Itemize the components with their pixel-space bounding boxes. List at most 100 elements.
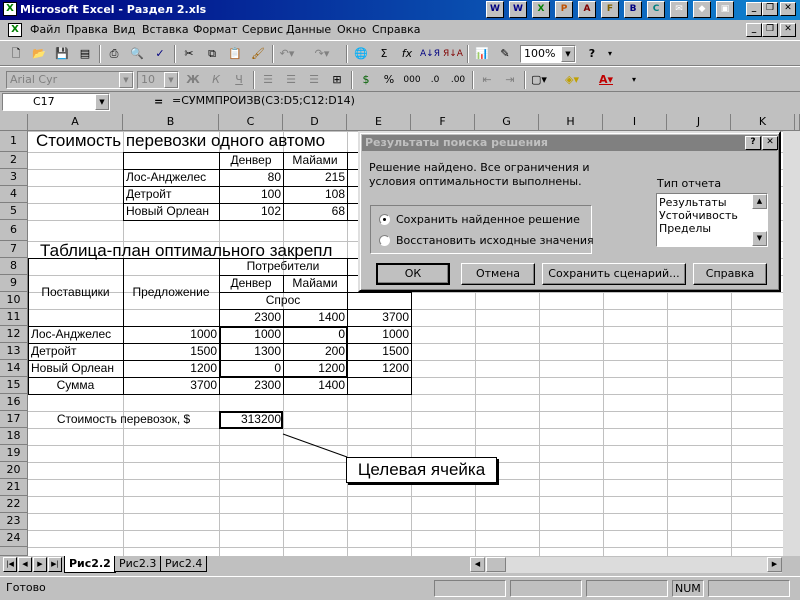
toolbar-options-icon[interactable]: ▾ [624, 71, 644, 89]
list-item[interactable]: Устойчивость [659, 209, 738, 222]
menu-window[interactable]: Окно [337, 23, 366, 36]
menu-tools[interactable]: Сервис [242, 23, 283, 36]
office-shortcut-1-icon[interactable]: W [486, 1, 504, 18]
office-shortcut-icon[interactable]: ◆ [693, 1, 711, 18]
first-sheet-icon[interactable]: |◀ [3, 557, 17, 572]
restore-values-radio[interactable] [379, 235, 390, 246]
office-more-icon[interactable]: ▣ [716, 1, 734, 18]
menu-help[interactable]: Справка [372, 23, 420, 36]
chevron-down-icon[interactable]: ▼ [561, 46, 575, 62]
restore-values-label[interactable]: Восстановить исходные значения [396, 234, 594, 247]
tab-sheet-2-3[interactable]: Рис2.3 [114, 556, 162, 572]
document-icon[interactable]: X [8, 23, 22, 37]
prev-sheet-icon[interactable]: ◀ [18, 557, 32, 572]
scroll-right-icon[interactable]: ▶ [767, 557, 782, 572]
currency-icon[interactable]: $ [356, 71, 376, 89]
keep-solution-radio[interactable] [379, 214, 390, 225]
align-center-icon[interactable]: ☰ [281, 71, 301, 89]
zoom-select[interactable]: 100% ▼ [520, 45, 576, 63]
print-icon[interactable]: ⎙ [104, 45, 124, 63]
menu-format[interactable]: Формат [193, 23, 238, 36]
office-excel-icon[interactable]: X [532, 1, 550, 18]
close-icon[interactable]: ✕ [780, 2, 796, 16]
borders-icon[interactable]: ▢▾ [529, 71, 549, 89]
help-icon[interactable]: ? [745, 136, 761, 150]
excel-app-icon[interactable]: X [3, 2, 17, 16]
report-type-list[interactable]: Результаты Устойчивость Пределы ▲ ▼ [656, 193, 768, 247]
hyperlink-icon[interactable]: 🌐 [351, 45, 371, 63]
percent-icon[interactable]: % [379, 71, 399, 89]
font-color-icon[interactable]: A▾ [596, 71, 616, 89]
menu-edit[interactable]: Правка [66, 23, 108, 36]
minimize-icon[interactable]: _ [746, 2, 762, 16]
function-icon[interactable]: fx [397, 45, 417, 63]
chevron-down-icon[interactable]: ▼ [95, 94, 109, 110]
merge-center-icon[interactable]: ⊞ [327, 71, 347, 89]
align-left-icon[interactable]: ☰ [258, 71, 278, 89]
fill-color-icon[interactable]: ◈▾ [562, 71, 582, 89]
comma-style-icon[interactable]: 000 [402, 71, 422, 89]
autosum-icon[interactable]: Σ [374, 45, 394, 63]
drawing-icon[interactable]: ✎ [495, 45, 515, 63]
help-button[interactable]: Справка [693, 263, 767, 285]
tab-sheet-2-2[interactable]: Рис2.2 [64, 556, 116, 573]
redo-icon[interactable]: ↷▾ [312, 45, 332, 63]
cancel-button[interactable]: Отмена [461, 263, 535, 285]
decrease-decimal-icon[interactable]: .00 [448, 71, 468, 89]
chart-wizard-icon[interactable]: 📊 [472, 45, 492, 63]
print-preview-icon[interactable]: 🔍 [127, 45, 147, 63]
next-sheet-icon[interactable]: ▶ [33, 557, 47, 572]
doc-restore-icon[interactable]: ❐ [762, 23, 778, 37]
formula-input[interactable]: =СУММПРОИЗВ(C3:D5;C12:D14) [170, 93, 798, 111]
menu-file[interactable]: Файл [30, 23, 60, 36]
scroll-up-icon[interactable]: ▲ [752, 194, 767, 209]
toolbar-options-icon[interactable]: ▾ [600, 45, 620, 63]
office-assistant-icon[interactable]: ? [582, 45, 602, 63]
save-scenario-button[interactable]: Сохранить сценарий... [542, 263, 686, 285]
binder-icon[interactable]: ▤ [75, 45, 95, 63]
office-mail-icon[interactable]: ✉ [670, 1, 688, 18]
maximize-icon[interactable]: ❐ [762, 2, 778, 16]
format-painter-icon[interactable]: 🖌 [248, 45, 268, 63]
bold-button[interactable]: Ж [183, 71, 203, 89]
align-right-icon[interactable]: ☰ [304, 71, 324, 89]
font-select[interactable]: Arial Cyr ▼ [6, 71, 134, 89]
list-item[interactable]: Результаты [659, 196, 727, 209]
chevron-down-icon[interactable]: ▼ [119, 72, 133, 88]
doc-close-icon[interactable]: ✕ [780, 23, 796, 37]
ok-button[interactable]: ОК [376, 263, 450, 285]
spelling-icon[interactable]: ✓ [150, 45, 170, 63]
office-powerpoint-icon[interactable]: P [555, 1, 573, 18]
sort-ascending-icon[interactable]: А↓Я [420, 45, 440, 63]
cut-icon[interactable]: ✂ [179, 45, 199, 63]
sort-descending-icon[interactable]: Я↓А [443, 45, 463, 63]
name-box[interactable]: C17 ▼ [2, 93, 110, 111]
underline-button[interactable]: Ч [229, 71, 249, 89]
close-icon[interactable]: ✕ [762, 136, 778, 150]
office-word-icon[interactable]: W [509, 1, 527, 18]
office-folder-icon[interactable]: F [601, 1, 619, 18]
paste-icon[interactable]: 📋 [225, 45, 245, 63]
list-item[interactable]: Пределы [659, 222, 711, 235]
scroll-thumb[interactable] [486, 557, 506, 572]
italic-button[interactable]: К [206, 71, 226, 89]
chevron-down-icon[interactable]: ▼ [164, 72, 178, 88]
menu-view[interactable]: Вид [113, 23, 135, 36]
menu-insert[interactable]: Вставка [142, 23, 189, 36]
keep-solution-label[interactable]: Сохранить найденное решение [396, 213, 580, 226]
increase-decimal-icon[interactable]: .0 [425, 71, 445, 89]
horizontal-scrollbar[interactable]: ◀ ▶ [470, 557, 782, 573]
scroll-left-icon[interactable]: ◀ [470, 557, 485, 572]
office-calendar-icon[interactable]: C [647, 1, 665, 18]
save-icon[interactable]: 💾 [52, 45, 72, 63]
new-icon[interactable]: 🗋 [6, 45, 26, 63]
office-access-icon[interactable]: A [578, 1, 596, 18]
doc-minimize-icon[interactable]: _ [746, 23, 762, 37]
tab-sheet-2-4[interactable]: Рис2.4 [160, 556, 208, 572]
undo-icon[interactable]: ↶▾ [277, 45, 297, 63]
scroll-down-icon[interactable]: ▼ [752, 231, 767, 246]
copy-icon[interactable]: ⧉ [202, 45, 222, 63]
last-sheet-icon[interactable]: ▶| [48, 557, 62, 572]
menu-data[interactable]: Данные [286, 23, 331, 36]
open-icon[interactable]: 📂 [29, 45, 49, 63]
